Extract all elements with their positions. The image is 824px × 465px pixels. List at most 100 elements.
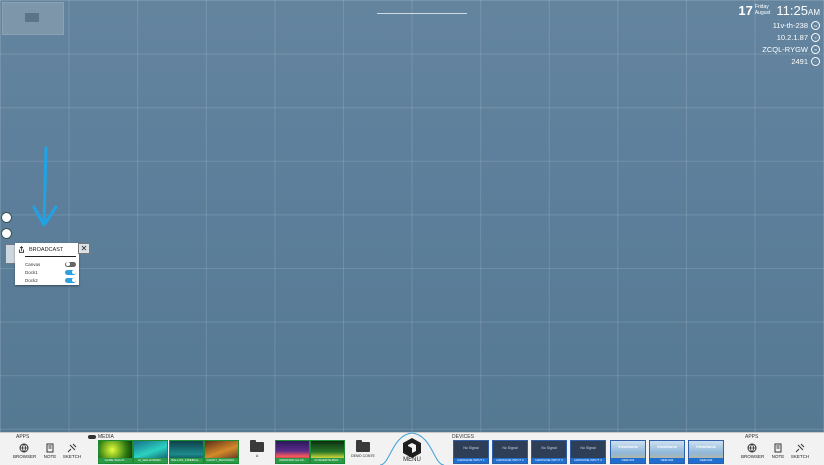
device-brand: ViewSonic bbox=[696, 444, 716, 449]
minimap-viewport[interactable] bbox=[25, 13, 39, 22]
dock-tab-1[interactable] bbox=[1, 212, 12, 223]
option-label: Dock1 bbox=[25, 269, 38, 275]
device-caption: NEM-001 bbox=[611, 458, 645, 463]
clock: 17 Friday August 11:25AM bbox=[738, 4, 820, 19]
app-label: BROWSER bbox=[741, 454, 765, 459]
app-browser-right[interactable]: BROWSER bbox=[741, 443, 765, 459]
media-thumb[interactable]: CONCERTE-BOX... bbox=[310, 440, 345, 464]
wifi-icon: ≈ bbox=[811, 33, 820, 42]
globe-icon bbox=[19, 443, 29, 453]
device-status: No Signal bbox=[463, 446, 479, 450]
app-sketch-right[interactable]: SKETCH bbox=[789, 443, 811, 459]
close-icon: ✕ bbox=[80, 244, 88, 253]
device-brand: ViewSonic bbox=[657, 444, 677, 449]
broadcast-panel: BROADCAST Canvas Dock1 Dock2 bbox=[15, 243, 79, 285]
media-thumb[interactable]: ANIMATED AA-20... bbox=[275, 440, 310, 464]
arrow-down-icon bbox=[32, 146, 58, 227]
media-caption: AI_WALLPAPER... bbox=[134, 458, 167, 463]
apps-section-label: APPS bbox=[16, 434, 30, 440]
ip-row: 10.2.1.87 ≈ bbox=[738, 32, 820, 43]
date-day: 17 bbox=[738, 3, 753, 18]
device-caption: HARDLINE INPUT 1 bbox=[454, 458, 488, 463]
media-folder[interactable]: DEMO CONTE bbox=[350, 440, 376, 458]
folder-icon bbox=[356, 440, 370, 452]
folder-icon bbox=[250, 440, 264, 452]
date-meta: Friday August bbox=[755, 4, 771, 16]
close-button[interactable]: ✕ bbox=[78, 243, 90, 254]
ip-address: 10.2.1.87 bbox=[776, 33, 808, 42]
session-pin: 2491 bbox=[791, 57, 808, 66]
canvas-grid bbox=[0, 0, 824, 433]
broadcast-title: BROADCAST bbox=[29, 246, 64, 253]
device-brand: ViewSonic bbox=[618, 444, 638, 449]
month: August bbox=[754, 10, 771, 16]
app-note[interactable]: NOTE bbox=[39, 443, 61, 459]
link-icon: ∞ bbox=[811, 45, 820, 54]
media-caption: ANIMATED AA-20... bbox=[276, 458, 309, 463]
app-note-right[interactable]: NOTE bbox=[767, 443, 789, 459]
media-thumb[interactable]: AI_WALLPAPER... bbox=[133, 440, 168, 464]
top-drag-handle[interactable] bbox=[377, 13, 467, 14]
broadcast-option-canvas: Canvas bbox=[15, 260, 79, 268]
canvas-toggle[interactable] bbox=[65, 261, 76, 267]
media-caption: BALLON_FIREBALL... bbox=[170, 458, 203, 463]
app-label: NOTE bbox=[771, 454, 785, 459]
session-code: ZCQL-RYGW bbox=[762, 45, 808, 54]
device-caption: NEM-002 bbox=[650, 458, 684, 463]
hostname-row: 11v-th-238 ▭ bbox=[738, 20, 820, 31]
note-icon bbox=[774, 443, 782, 453]
app-sketch[interactable]: SKETCH bbox=[61, 443, 83, 459]
broadcast-option-dock1: Dock1 bbox=[15, 268, 79, 276]
app-label: BROWSER bbox=[13, 454, 37, 459]
media-caption: GOOFY_BACKGRO... bbox=[205, 458, 238, 463]
device-tile[interactable]: No Signal HARDLINE INPUT 4 bbox=[570, 440, 606, 464]
pin-row: 2491 ··· bbox=[738, 56, 820, 67]
app-label: SKETCH bbox=[790, 454, 810, 459]
device-tile[interactable]: ViewSonic NEM-001 bbox=[610, 440, 646, 464]
canvas-minimap[interactable] bbox=[2, 2, 64, 35]
time-value: 11:25 bbox=[776, 3, 808, 18]
sketch-icon bbox=[67, 443, 77, 453]
device-tile[interactable]: ViewSonic NEM-003 bbox=[688, 440, 724, 464]
screen-icon: ▭ bbox=[811, 21, 820, 30]
device-status: No Signal bbox=[580, 446, 596, 450]
dots-icon: ··· bbox=[811, 57, 820, 66]
broadcast-header: BROADCAST bbox=[15, 243, 79, 253]
device-caption: HARDLINE INPUT 3 bbox=[532, 458, 566, 463]
broadcast-icon bbox=[18, 246, 25, 253]
media-thumb[interactable]: BALLON_FIREBALL... bbox=[169, 440, 204, 464]
media-caption: CONCERTE-BOX... bbox=[311, 458, 344, 463]
menu-label: MENU bbox=[403, 457, 421, 463]
hostname: 11v-th-238 bbox=[772, 21, 808, 30]
status-panel: 17 Friday August 11:25AM 11v-th-238 ▭ 10.… bbox=[738, 4, 820, 67]
dock1-toggle[interactable] bbox=[65, 269, 76, 275]
media-toggle-icon[interactable] bbox=[88, 434, 96, 439]
option-label: Dock2 bbox=[25, 277, 38, 283]
device-caption: NEM-003 bbox=[689, 458, 723, 463]
media-folder[interactable]: A bbox=[247, 440, 267, 458]
device-caption: HARDLINE INPUT 2 bbox=[493, 458, 527, 463]
app-browser[interactable]: BROWSER bbox=[13, 443, 37, 459]
device-tile[interactable]: ViewSonic NEM-002 bbox=[649, 440, 685, 464]
device-tile[interactable]: No Signal HARDLINE INPUT 2 bbox=[492, 440, 528, 464]
canvas-workspace[interactable]: 17 Friday August 11:25AM 11v-th-238 ▭ 10.… bbox=[0, 0, 824, 465]
device-tile[interactable]: No Signal HARDLINE INPUT 3 bbox=[531, 440, 567, 464]
media-thumb[interactable]: GAME WALLP... bbox=[98, 440, 133, 464]
app-label: NOTE bbox=[43, 454, 57, 459]
dock2-toggle[interactable] bbox=[65, 277, 76, 283]
device-status: No Signal bbox=[541, 446, 557, 450]
note-icon bbox=[46, 443, 54, 453]
code-row: ZCQL-RYGW ∞ bbox=[738, 44, 820, 55]
dock-tab-2[interactable] bbox=[1, 228, 12, 239]
option-label: Canvas bbox=[25, 261, 41, 267]
device-tile[interactable]: No Signal HARDLINE INPUT 1 bbox=[453, 440, 489, 464]
sketch-icon bbox=[795, 443, 805, 453]
time: 11:25AM bbox=[776, 4, 820, 19]
app-label: SKETCH bbox=[62, 454, 82, 459]
apps-right-section-label: APPS bbox=[745, 434, 759, 440]
folder-label: A bbox=[255, 454, 259, 458]
globe-icon bbox=[747, 443, 757, 453]
media-thumb[interactable]: GOOFY_BACKGRO... bbox=[204, 440, 239, 464]
broadcast-option-dock2: Dock2 bbox=[15, 276, 79, 284]
device-caption: HARDLINE INPUT 4 bbox=[571, 458, 605, 463]
